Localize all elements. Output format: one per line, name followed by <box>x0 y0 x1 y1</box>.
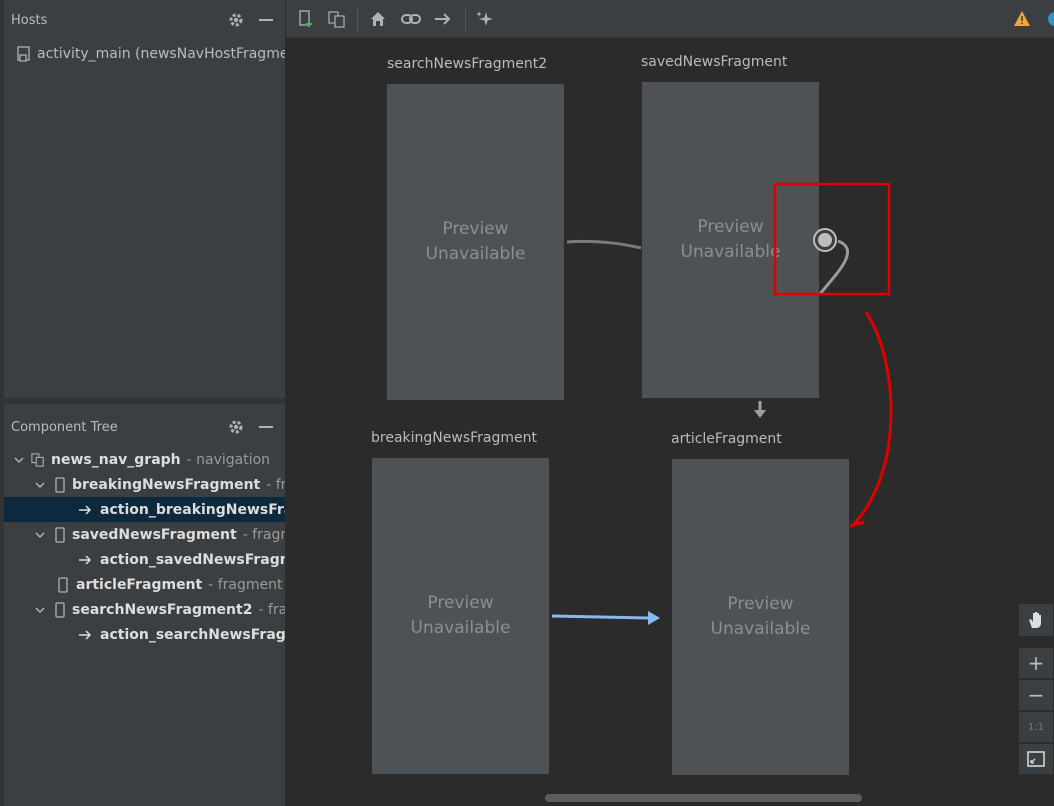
zoom-in-label: + <box>1027 651 1045 675</box>
preview-text: Unavailable <box>680 242 781 262</box>
layout-file-icon <box>17 46 31 62</box>
tree-item-name: action_savedNewsFragment_to_articleFragm… <box>100 551 285 568</box>
zoom-in-button[interactable]: + <box>1019 648 1053 678</box>
destination-article[interactable]: Preview Unavailable <box>672 459 849 775</box>
tree-item-name: action_searchNewsFragment2_to_articleFra… <box>100 626 285 643</box>
tree-row-action-breaking-news[interactable]: action_breakingNewsFragment_to_articleFr… <box>4 497 285 522</box>
tree-item-name: articleFragment <box>76 576 203 593</box>
tree-row-article[interactable]: articleFragment - fragment <box>4 572 285 597</box>
tree-row-breaking-news[interactable]: breakingNewsFragment - fragment <box>4 472 285 497</box>
tree-item-name: action_breakingNewsFragment_to_articleFr… <box>100 501 285 518</box>
action-arrow-icon <box>78 627 92 643</box>
chevron-down-icon[interactable] <box>13 454 25 466</box>
editor-toolbar <box>286 0 1054 38</box>
component-tree-title: Component Tree <box>11 419 118 435</box>
tree-item-type: - fragment <box>266 476 285 493</box>
tree-row-action-saved-news[interactable]: action_savedNewsFragment_to_articleFragm… <box>4 547 285 572</box>
preview-text: Preview <box>442 219 509 239</box>
tree-item-type: - fragment <box>258 601 285 618</box>
destination-label[interactable]: breakingNewsFragment <box>371 430 537 446</box>
host-item-label: activity_main (newsNavHostFragment) <box>37 46 285 62</box>
destination-search-news[interactable]: Preview Unavailable <box>387 84 564 400</box>
fragment-icon <box>54 526 66 543</box>
preview-text: Preview <box>697 217 764 237</box>
action-arrow-icon <box>78 502 92 518</box>
nested-graph-icon[interactable] <box>326 8 348 30</box>
tree-row-search-news[interactable]: searchNewsFragment2 - fragment <box>4 597 285 622</box>
chevron-down-icon[interactable] <box>35 604 45 616</box>
chevron-down-icon[interactable] <box>35 479 45 491</box>
tree-row-saved-news[interactable]: savedNewsFragment - fragment <box>4 522 285 547</box>
destination-label[interactable]: savedNewsFragment <box>641 54 787 70</box>
preview-text: Unavailable <box>425 244 526 264</box>
tree-row-action-search-news[interactable]: action_searchNewsFragment2_to_articleFra… <box>4 622 285 647</box>
destination-label[interactable]: articleFragment <box>671 431 782 447</box>
panel-divider[interactable] <box>4 398 285 404</box>
settings-icon[interactable] <box>225 416 247 438</box>
pan-icon[interactable] <box>1019 604 1053 636</box>
warning-icon[interactable] <box>1011 8 1033 30</box>
hosts-panel-header: Hosts <box>4 2 285 38</box>
fit-screen-icon[interactable] <box>1019 744 1053 774</box>
horizontal-scrollbar[interactable] <box>545 794 862 802</box>
toolbar-separator <box>357 6 358 32</box>
tree-item-type: - fragment <box>208 576 283 593</box>
nested-graph-icon <box>31 452 45 468</box>
new-destination-icon[interactable] <box>295 8 317 30</box>
toolbar-separator <box>465 6 466 32</box>
fragment-icon <box>54 476 66 493</box>
settings-icon[interactable] <box>225 9 247 31</box>
home-icon[interactable] <box>367 8 389 30</box>
tree-item-name: savedNewsFragment <box>72 526 237 543</box>
actual-size-label: 1:1 <box>1027 721 1045 733</box>
action-icon[interactable] <box>432 8 454 30</box>
preview-text: Unavailable <box>710 619 811 639</box>
auto-arrange-icon[interactable] <box>474 8 496 30</box>
preview-text: Unavailable <box>410 618 511 638</box>
info-indicator[interactable] <box>1048 12 1054 26</box>
tree-row-nav-graph[interactable]: news_nav_graph - navigation <box>4 447 285 472</box>
deeplink-icon[interactable] <box>400 8 422 30</box>
preview-text: Preview <box>427 593 494 613</box>
tree-item-name: searchNewsFragment2 <box>72 601 253 618</box>
tree-item-name: breakingNewsFragment <box>72 476 261 493</box>
fragment-icon <box>54 601 66 618</box>
tree-item-name: news_nav_graph <box>51 451 181 468</box>
minimize-icon[interactable] <box>255 9 277 31</box>
host-item[interactable]: activity_main (newsNavHostFragment) <box>4 42 285 66</box>
fragment-icon <box>56 576 70 593</box>
preview-text: Preview <box>727 594 794 614</box>
minimize-icon[interactable] <box>255 416 277 438</box>
tree-item-type: - navigation <box>186 451 271 468</box>
zoom-out-button[interactable]: − <box>1019 680 1053 710</box>
action-arrow-icon <box>78 552 92 568</box>
zoom-out-label: − <box>1027 683 1045 707</box>
actual-size-button[interactable]: 1:1 <box>1019 712 1053 742</box>
destination-saved-news[interactable]: Preview Unavailable <box>642 82 819 398</box>
chevron-down-icon[interactable] <box>35 529 45 541</box>
destination-breaking-news[interactable]: Preview Unavailable <box>372 458 549 774</box>
destination-label[interactable]: searchNewsFragment2 <box>387 56 547 72</box>
tree-item-type: - fragment <box>242 526 285 543</box>
component-tree-header: Component Tree <box>4 409 285 445</box>
hosts-panel-title: Hosts <box>11 12 48 28</box>
